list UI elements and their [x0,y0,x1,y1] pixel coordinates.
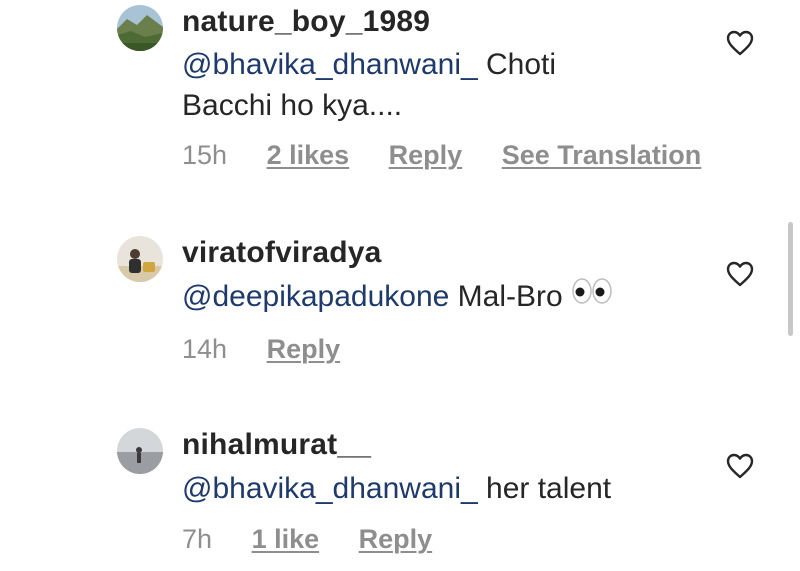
comment-timestamp: 15h [182,140,228,170]
heart-outline-icon[interactable] [726,30,754,56]
comment-body-line2: Bacchi ho kya.... [182,89,403,122]
eyes-emoji-icon [571,275,613,316]
scrollbar[interactable] [788,222,793,336]
mention-link[interactable]: @bhavika_dhanwani_ [182,48,478,81]
heart-outline-icon[interactable] [726,261,754,287]
avatar[interactable] [117,428,163,474]
comment-meta: 14h Reply [182,334,372,365]
comment-body: Choti [477,48,557,81]
comment-timestamp: 7h [182,524,213,554]
heart-outline-icon[interactable] [726,453,754,479]
likes-count-link[interactable]: 1 like [252,524,320,555]
comment-timestamp: 14h [182,334,228,364]
comment-body: her talent [477,472,612,505]
reply-button[interactable]: Reply [389,140,463,171]
reply-button[interactable]: Reply [267,334,341,365]
avatar[interactable] [117,236,163,282]
comment-text: @bhavika_dhanwani_ Choti Bacchi ho kya..… [182,44,702,126]
comment-meta: 7h 1 like Reply [182,524,464,555]
comment-meta: 15h 2 likes Reply See Translation [182,140,733,171]
mention-link[interactable]: @deepikapadukone [182,280,449,313]
comment-username[interactable]: viratofviradya [182,236,382,270]
see-translation-button[interactable]: See Translation [502,140,702,171]
avatar-photo-image [117,236,163,282]
reply-button[interactable]: Reply [359,524,433,555]
likes-count-link[interactable]: 2 likes [267,140,350,171]
avatar-photo-image [117,428,163,474]
comment-username[interactable]: nature_boy_1989 [182,5,430,39]
comment-username[interactable]: nihalmurat__ [182,428,371,462]
avatar-landscape-image [117,5,163,51]
comment-text: @deepikapadukone Mal-Bro [182,276,702,319]
avatar[interactable] [117,5,163,51]
comment-text: @bhavika_dhanwani_ her talent [182,468,702,509]
comment-body: Mal-Bro [449,280,572,313]
mention-link[interactable]: @bhavika_dhanwani_ [182,472,478,505]
